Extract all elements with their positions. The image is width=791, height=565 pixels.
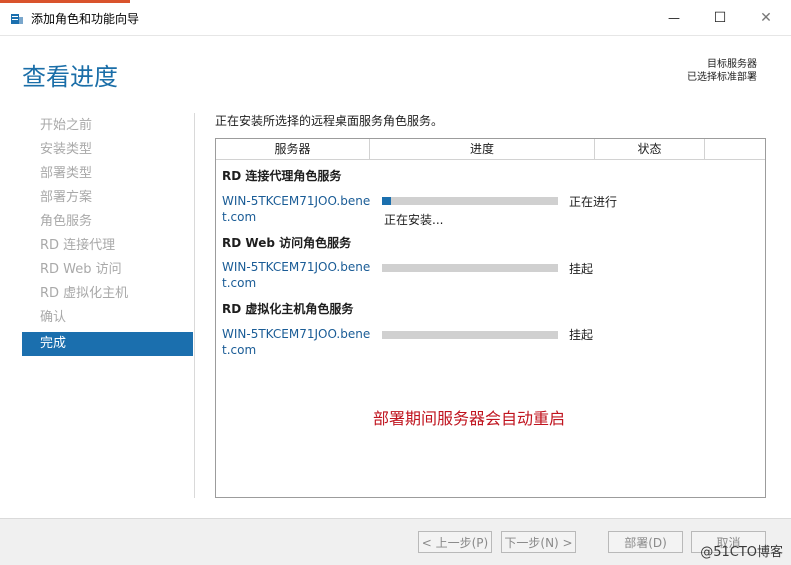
title-accent-strip: [0, 0, 130, 3]
progress-bar-web-access: [382, 264, 558, 272]
status-virtualization-host: 挂起: [569, 328, 594, 342]
steps-divider: [194, 113, 195, 498]
step-role-services: 角色服务: [40, 214, 93, 229]
step-before-you-begin: 开始之前: [40, 118, 93, 133]
server-link-connection-broker[interactable]: WIN-5TKCEM71JOO.benet.com: [222, 193, 377, 225]
step-confirmation: 确认: [40, 310, 67, 325]
close-button[interactable]: ✕: [743, 0, 789, 36]
column-header-progress[interactable]: 进度: [370, 139, 595, 159]
step-rd-virtualization-host: RD 虚拟化主机: [40, 286, 129, 301]
server-link-virtualization-host[interactable]: WIN-5TKCEM71JOO.benet.com: [222, 326, 377, 358]
progress-intro-text: 正在安装所选择的远程桌面服务角色服务。: [215, 114, 444, 128]
page-title: 查看进度: [22, 63, 118, 91]
window-title: 添加角色和功能向导: [31, 12, 140, 26]
progress-fill-connection-broker: [382, 197, 391, 205]
column-header-server[interactable]: 服务器: [216, 139, 370, 159]
status-connection-broker: 正在进行: [569, 195, 618, 209]
deploy-button[interactable]: 部署(D): [608, 531, 683, 553]
wizard-footer: < 上一步(P) 下一步(N) > 部署(D) 取消: [0, 518, 791, 565]
server-link-web-access[interactable]: WIN-5TKCEM71JOO.benet.com: [222, 259, 377, 291]
title-bar: 添加角色和功能向导 — ☐ ✕: [0, 0, 791, 36]
minimize-button[interactable]: —: [651, 0, 697, 36]
target-server-value: 已选择标准部署: [687, 72, 757, 83]
target-server-label: 目标服务器: [707, 59, 757, 70]
previous-button[interactable]: < 上一步(P): [418, 531, 492, 553]
substatus-connection-broker: 正在安装...: [384, 213, 444, 227]
column-header-status[interactable]: 状态: [595, 139, 705, 159]
reboot-note: 部署期间服务器会自动重启: [373, 409, 566, 428]
step-installation-type: 安装类型: [40, 142, 93, 157]
group-title-connection-broker: RD 连接代理角色服务: [222, 169, 342, 183]
progress-bar-virtualization-host: [382, 331, 558, 339]
group-title-virtualization-host: RD 虚拟化主机角色服务: [222, 302, 354, 316]
status-web-access: 挂起: [569, 262, 594, 276]
target-server-info: 目标服务器 已选择标准部署: [687, 58, 757, 84]
wizard-steps: 开始之前 安装类型 部署类型 部署方案 角色服务 RD 连接代理 RD Web …: [22, 116, 193, 356]
group-title-web-access: RD Web 访问角色服务: [222, 236, 352, 250]
step-deployment-type: 部署类型: [40, 166, 93, 181]
step-completion[interactable]: 完成: [22, 332, 193, 356]
step-rd-connection-broker: RD 连接代理: [40, 238, 116, 253]
next-button[interactable]: 下一步(N) >: [501, 531, 576, 553]
table-header: 服务器 进度 状态: [216, 139, 765, 160]
step-deployment-scenario: 部署方案: [40, 190, 93, 205]
maximize-icon: ☐: [713, 10, 727, 26]
server-manager-icon: [11, 14, 23, 24]
step-rd-web-access: RD Web 访问: [40, 262, 122, 277]
watermark: @51CTO博客: [700, 545, 783, 560]
progress-bar-connection-broker: [382, 197, 558, 205]
maximize-button[interactable]: ☐: [697, 0, 743, 36]
minimize-icon: —: [668, 11, 680, 25]
close-icon: ✕: [760, 10, 772, 26]
progress-panel: 服务器 进度 状态 RD 连接代理角色服务 WIN-5TKCEM71JOO.be…: [215, 138, 766, 498]
